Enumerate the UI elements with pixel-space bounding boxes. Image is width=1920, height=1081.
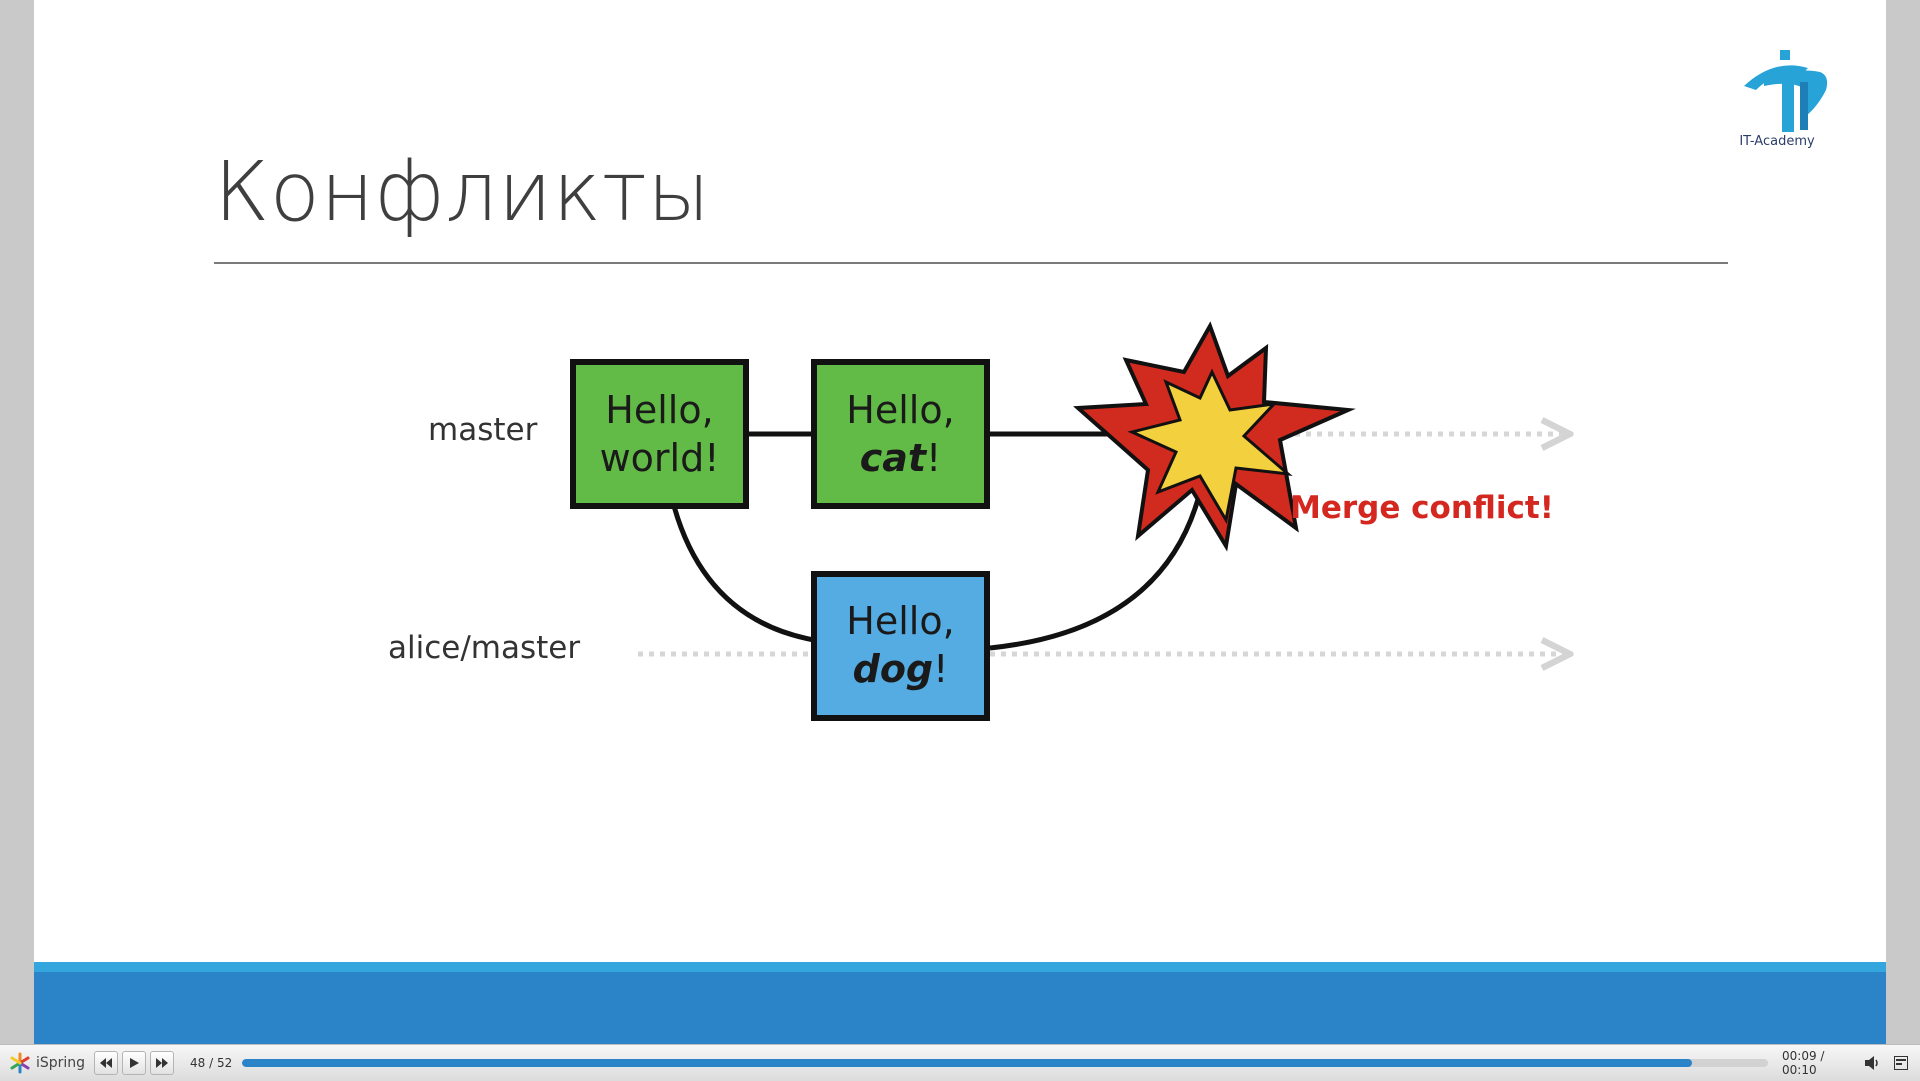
commit-text-line: world! [599, 436, 720, 480]
branch-label-master: master [428, 412, 538, 448]
brand-name: iSpring [36, 1055, 86, 1071]
next-icon [156, 1058, 168, 1068]
next-slide-button[interactable] [150, 1051, 174, 1075]
slide: Конфликты IT-Academy master alice/master… [34, 0, 1886, 1044]
merge-conflict-label: Merge conflict! [1290, 490, 1554, 526]
progress-fill [242, 1059, 1692, 1067]
player-toolbar: iSpring 48 / 52 00:09 / 00:10 [0, 1044, 1920, 1081]
commit-text-punct: ! [933, 647, 949, 691]
branch-in-curve [989, 491, 1203, 651]
play-button[interactable] [122, 1051, 146, 1075]
footer-band-accent [34, 962, 1886, 972]
commit-hello-world-text: Hello, world! [573, 386, 746, 482]
progress-bar[interactable] [242, 1059, 1768, 1067]
commit-text-punct: ! [926, 436, 942, 480]
menu-icon [1894, 1056, 1908, 1070]
menu-button[interactable] [1890, 1052, 1912, 1074]
prev-icon [100, 1058, 112, 1068]
ispring-flower-icon [10, 1052, 30, 1074]
volume-button[interactable] [1862, 1052, 1884, 1074]
play-icon [130, 1058, 139, 1068]
commit-text-line: Hello, [846, 599, 955, 643]
branch-label-alice: alice/master [388, 630, 581, 666]
commit-text-emphasis: dog [852, 647, 934, 691]
commit-text-emphasis: cat [859, 436, 927, 480]
slide-counter: 48 / 52 [190, 1056, 233, 1070]
prev-slide-button[interactable] [94, 1051, 118, 1075]
commit-hello-dog-text: Hello, dog! [814, 597, 987, 693]
time-display: 00:09 / 00:10 [1782, 1049, 1825, 1077]
volume-icon [1865, 1056, 1878, 1070]
commit-text-line: Hello, [605, 388, 714, 432]
commit-text-line: Hello, [846, 388, 955, 432]
commit-hello-cat-text: Hello, cat! [814, 386, 987, 482]
branch-out-curve [671, 505, 815, 643]
footer-band [34, 972, 1886, 1044]
ispring-brand[interactable]: iSpring [8, 1051, 90, 1075]
